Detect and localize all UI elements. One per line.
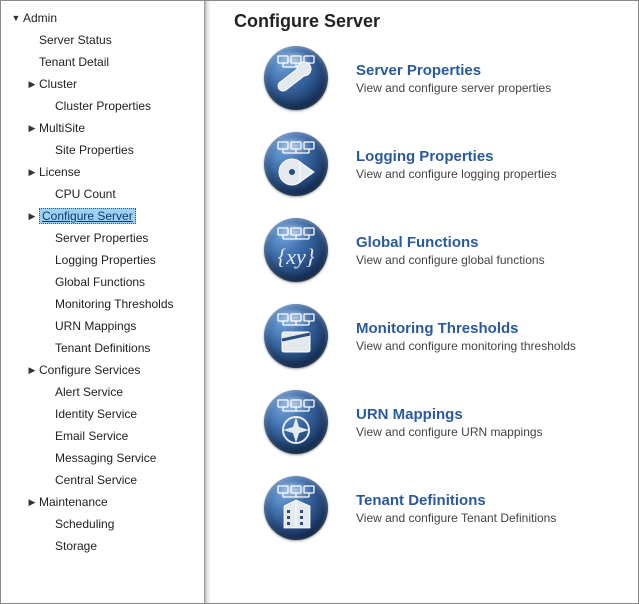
chevron-right-icon: ▶: [27, 79, 37, 90]
nav-item-label: Logging Properties: [55, 253, 156, 267]
nav-item-label: Maintenance: [39, 495, 108, 509]
nav-item-cluster[interactable]: ▶Cluster: [5, 73, 204, 95]
nav-item-tenant-detail[interactable]: Tenant Detail: [5, 51, 204, 73]
wrench-icon[interactable]: [264, 46, 328, 110]
nav-item-label: Tenant Definitions: [55, 341, 150, 355]
card-text: Logging Properties View and configure log…: [356, 148, 557, 181]
nav-item-configure-server[interactable]: ▶Configure Server: [5, 205, 204, 227]
nav-item-admin[interactable]: ▼Admin: [5, 7, 204, 29]
card-description: View and configure logging properties: [356, 167, 557, 181]
nav-item-label: Site Properties: [55, 143, 134, 157]
nav-item-maintenance[interactable]: ▶Maintenance: [5, 491, 204, 513]
card-title-link[interactable]: Global Functions: [356, 234, 545, 251]
card-server-properties: Server Properties View and configure serv…: [264, 46, 620, 110]
nav-item-label: Cluster Properties: [55, 99, 151, 113]
fx-icon[interactable]: {xy}: [264, 218, 328, 282]
card-description: View and configure monitoring thresholds: [356, 339, 576, 353]
card-text: Server Properties View and configure serv…: [356, 62, 551, 95]
nav-item-label: Storage: [55, 539, 97, 553]
nav-item-cluster-properties[interactable]: Cluster Properties: [5, 95, 204, 117]
card-text: Tenant Definitions View and configure Ten…: [356, 492, 556, 525]
nav-item-scheduling[interactable]: Scheduling: [5, 513, 204, 535]
nav-item-label: Global Functions: [55, 275, 145, 289]
nav-item-label: URN Mappings: [55, 319, 136, 333]
svg-text:{xy}: {xy}: [277, 244, 314, 269]
nav-item-central-service[interactable]: Central Service: [5, 469, 204, 491]
nav-item-label: Alert Service: [55, 385, 123, 399]
card-title-link[interactable]: Monitoring Thresholds: [356, 320, 576, 337]
nav-item-alert-service[interactable]: Alert Service: [5, 381, 204, 403]
card-title-link[interactable]: Tenant Definitions: [356, 492, 556, 509]
nav-item-label: Tenant Detail: [39, 55, 109, 69]
card-title-link[interactable]: Logging Properties: [356, 148, 557, 165]
nav-item-configure-services[interactable]: ▶Configure Services: [5, 359, 204, 381]
monitor-icon[interactable]: [264, 304, 328, 368]
nav-item-messaging-service[interactable]: Messaging Service: [5, 447, 204, 469]
nav-item-label: License: [39, 165, 80, 179]
nav-item-logging-properties[interactable]: Logging Properties: [5, 249, 204, 271]
chevron-right-icon: ▶: [27, 497, 37, 508]
card-text: Global Functions View and configure globa…: [356, 234, 545, 267]
nav-item-multisite[interactable]: ▶MultiSite: [5, 117, 204, 139]
card-description: View and configure global functions: [356, 253, 545, 267]
nav-item-site-properties[interactable]: Site Properties: [5, 139, 204, 161]
nav-item-label: Monitoring Thresholds: [55, 297, 174, 311]
card-title-link[interactable]: Server Properties: [356, 62, 551, 79]
nav-item-label: Server Status: [39, 33, 112, 47]
nav-item-license[interactable]: ▶License: [5, 161, 204, 183]
disc-icon[interactable]: [264, 132, 328, 196]
nav-item-label: Identity Service: [55, 407, 137, 421]
card-text: Monitoring Thresholds View and configure …: [356, 320, 576, 353]
page-title: Configure Server: [234, 11, 620, 32]
card-description: View and configure server properties: [356, 81, 551, 95]
nav-item-storage[interactable]: Storage: [5, 535, 204, 557]
nav-item-label: Central Service: [55, 473, 137, 487]
chevron-down-icon: ▼: [11, 13, 21, 23]
card-list: Server Properties View and configure serv…: [228, 46, 620, 540]
nav-item-label: Cluster: [39, 77, 77, 91]
card-description: View and configure Tenant Definitions: [356, 511, 556, 525]
nav-item-label: Admin: [23, 11, 57, 25]
nav-item-label: Configure Services: [39, 363, 140, 377]
card-urn-mappings: URN Mappings View and configure URN mappi…: [264, 390, 620, 454]
nav-item-label: Configure Server: [39, 208, 136, 224]
card-global-functions: {xy} Global Functions View and configure g…: [264, 218, 620, 282]
card-title-link[interactable]: URN Mappings: [356, 406, 543, 423]
nav-item-server-properties[interactable]: Server Properties: [5, 227, 204, 249]
sidebar-nav: ▼AdminServer StatusTenant Detail▶Cluster…: [1, 1, 204, 603]
nav-item-label: Server Properties: [55, 231, 148, 245]
compass-icon[interactable]: [264, 390, 328, 454]
card-description: View and configure URN mappings: [356, 425, 543, 439]
nav-item-urn-mappings[interactable]: URN Mappings: [5, 315, 204, 337]
card-logging-properties: Logging Properties View and configure log…: [264, 132, 620, 196]
nav-item-global-functions[interactable]: Global Functions: [5, 271, 204, 293]
building-icon[interactable]: [264, 476, 328, 540]
main-content: Configure Server Server Properties View a…: [210, 1, 638, 603]
card-text: URN Mappings View and configure URN mappi…: [356, 406, 543, 439]
chevron-right-icon: ▶: [27, 211, 37, 222]
nav-item-label: CPU Count: [55, 187, 116, 201]
nav-item-cpu-count[interactable]: CPU Count: [5, 183, 204, 205]
nav-item-email-service[interactable]: Email Service: [5, 425, 204, 447]
nav-item-tenant-definitions[interactable]: Tenant Definitions: [5, 337, 204, 359]
nav-item-label: Email Service: [55, 429, 128, 443]
chevron-right-icon: ▶: [27, 365, 37, 376]
nav-item-label: Messaging Service: [55, 451, 156, 465]
card-tenant-definitions: Tenant Definitions View and configure Ten…: [264, 476, 620, 540]
nav-item-identity-service[interactable]: Identity Service: [5, 403, 204, 425]
nav-item-monitoring-thresholds[interactable]: Monitoring Thresholds: [5, 293, 204, 315]
nav-item-server-status[interactable]: Server Status: [5, 29, 204, 51]
nav-item-label: Scheduling: [55, 517, 114, 531]
chevron-right-icon: ▶: [27, 167, 37, 178]
card-monitoring-thresholds: Monitoring Thresholds View and configure …: [264, 304, 620, 368]
nav-item-label: MultiSite: [39, 121, 85, 135]
chevron-right-icon: ▶: [27, 123, 37, 134]
